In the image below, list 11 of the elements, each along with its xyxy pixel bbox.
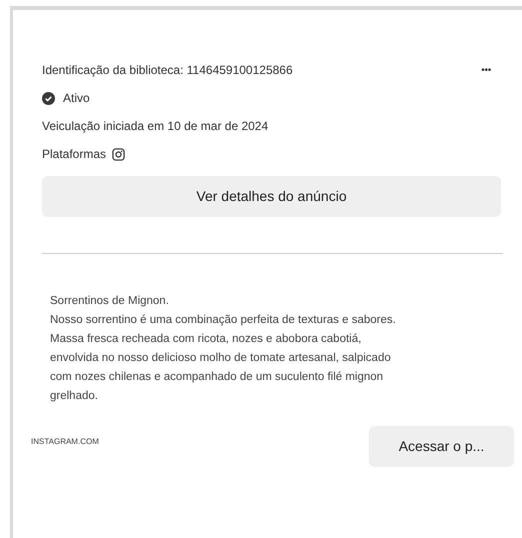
more-button[interactable]: ••• [481,62,491,78]
details-button[interactable]: Ver detalhes do anúncio [42,176,501,217]
library-id: Identificação da biblioteca: 1146459100125866 [42,62,293,79]
domain-label: INSTAGRAM.COM [31,436,99,448]
start-date: Veiculação iniciada em 10 de mar de 2024 [42,118,268,135]
check-circle-icon [42,92,55,104]
ad-description: Sorrentinos de Mignon. Nosso sorrentino é uma combinação perfeita de texturas e sabores. Massa fresca recheada com ricota, nozes e abobora cabotiá, envolvida no nosso delicioso molho de tomate artesanal, salpicado com nozes chilenas e acompanhado de um suculento filé mignon grelhado. [50,294,397,404]
cta-button[interactable]: Acessar o p... [369,426,514,467]
instagram-icon [112,148,126,160]
platforms-label: Plataformas [42,146,106,163]
status-label: Ativo [63,90,90,107]
